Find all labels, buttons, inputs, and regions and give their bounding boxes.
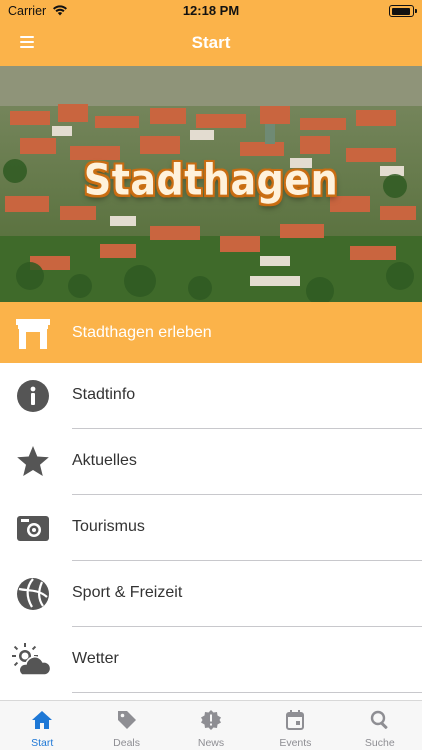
news-alert-icon [200, 710, 221, 730]
menu-item-aktuelles[interactable]: Aktuelles [0, 429, 422, 495]
home-icon [32, 711, 53, 729]
tag-icon [117, 711, 136, 729]
divider [72, 692, 422, 693]
hero-image: Stadthagen [0, 66, 422, 302]
highlight-item-stadthagen-erleben[interactable]: Stadthagen erleben [0, 302, 422, 363]
tab-label: Deals [113, 737, 141, 749]
tab-news[interactable]: News [169, 701, 253, 750]
navigation-bar: Start [0, 22, 422, 66]
tab-events[interactable]: Events [253, 701, 337, 750]
tab-start[interactable]: Start [0, 701, 84, 750]
volleyball-icon [17, 578, 49, 610]
menu-item-label: Stadtinfo [72, 386, 136, 403]
menu-list: Stadtinfo Aktuelles Tourismus Sport & Fr… [0, 363, 422, 693]
calendar-icon [286, 710, 305, 730]
page-title: Start [191, 33, 231, 52]
tab-label: Suche [364, 737, 395, 749]
menu-item-wetter[interactable]: Wetter [0, 627, 422, 693]
highlight-label: Stadthagen erleben [72, 324, 212, 341]
menu-item-label: Wetter [72, 650, 119, 667]
app-screen: Carrier 12:18 PM Start Stadthagen Stadth… [0, 0, 422, 750]
gate-icon [16, 319, 50, 349]
tab-deals[interactable]: Deals [84, 701, 168, 750]
menu-item-label: Tourismus [72, 518, 145, 535]
status-bar: Carrier 12:18 PM [0, 0, 422, 22]
tab-suche[interactable]: Suche [338, 701, 422, 750]
star-icon [17, 446, 49, 476]
tab-label: News [197, 737, 225, 749]
info-icon [17, 380, 49, 412]
menu-item-sport-freizeit[interactable]: Sport & Freizeit [0, 561, 422, 627]
menu-item-label: Sport & Freizeit [72, 584, 183, 601]
hero-title: Stadthagen [83, 155, 339, 205]
menu-item-tourismus[interactable]: Tourismus [0, 495, 422, 561]
menu-item-label: Aktuelles [72, 452, 137, 469]
battery-level [391, 7, 410, 15]
status-time: 12:18 PM [182, 3, 240, 18]
top-bar: Carrier 12:18 PM Start [0, 0, 422, 66]
weather-icon [12, 643, 52, 676]
tab-bar: Start Deals News Events Suche [0, 700, 422, 750]
tab-label: Start [31, 737, 54, 749]
tab-label: Events [279, 737, 312, 749]
camera-icon [17, 516, 49, 541]
menu-item-stadtinfo[interactable]: Stadtinfo [0, 363, 422, 429]
battery-icon [389, 5, 417, 17]
search-icon [370, 710, 388, 729]
